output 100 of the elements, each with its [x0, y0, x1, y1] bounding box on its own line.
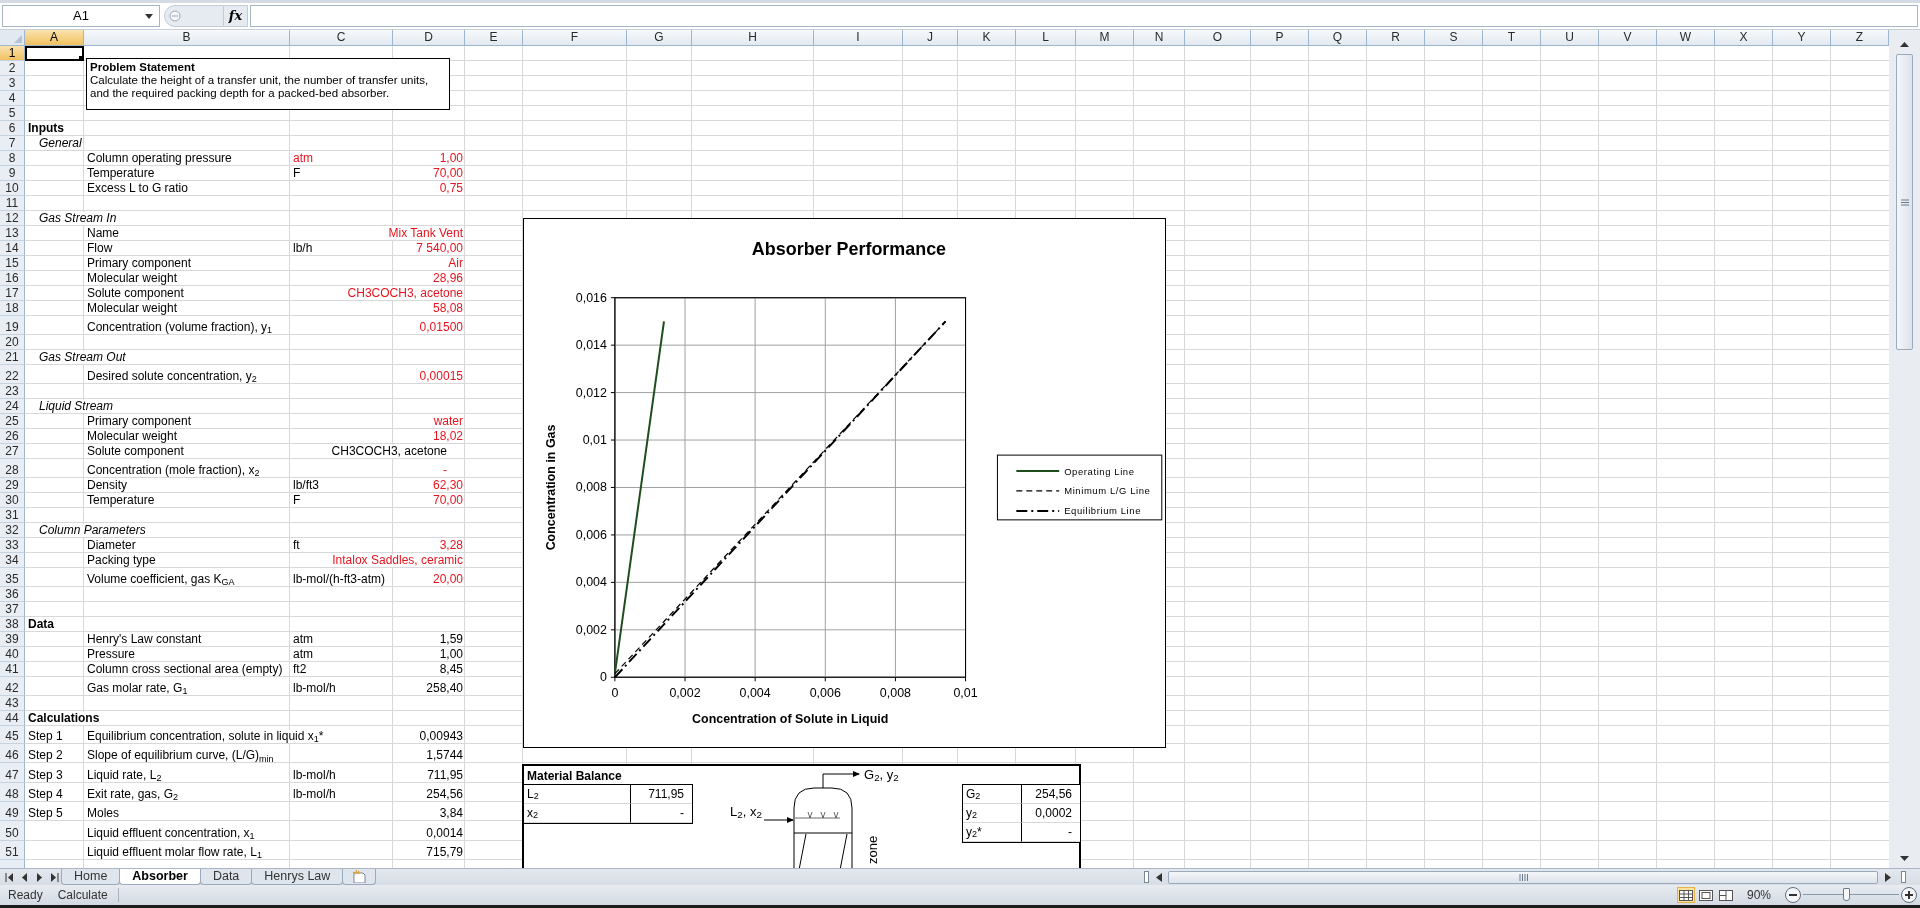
cell-text: Step 2	[28, 749, 63, 763]
cell-text: 0,00943	[419, 730, 463, 743]
cell-text: Primary component	[87, 257, 192, 270]
stream-label: L$_{2}$, x$_{2}$	[730, 804, 762, 820]
cell-text: Solute component	[87, 445, 184, 458]
cell-text: F	[293, 167, 301, 180]
cell-text: lb-mol/h	[293, 682, 336, 695]
cell-text: lb/ft3	[293, 479, 319, 492]
cell-text: Slope of equilibrium curve, (L/G)$_{min}$	[87, 749, 274, 763]
cell-text: F	[293, 494, 301, 507]
cell-text: water	[433, 415, 463, 428]
tick-label: 0,002	[669, 686, 701, 701]
cell-text: 20,00	[432, 573, 463, 586]
cell-text: 18,02	[432, 430, 463, 443]
cell-text: Air	[448, 257, 463, 270]
cell-text: ft	[293, 539, 300, 552]
cell-text: Density	[87, 479, 127, 492]
zone-label: zone	[866, 835, 880, 864]
cell-text: Data	[28, 618, 54, 631]
cell-text: Molecular weight	[87, 430, 178, 443]
cell-text: Diameter	[87, 539, 136, 552]
cell-text: Pressure	[87, 648, 136, 661]
cell-text: CH3COCH3, acetone	[331, 445, 447, 458]
cell-text: Step 1	[28, 730, 63, 743]
cell-text: 28,96	[432, 272, 463, 285]
axis-title: Concentration in Gas	[544, 424, 559, 551]
status-text: Calculate	[57, 887, 119, 903]
tick-label: 0,008	[575, 480, 607, 495]
cell-text: Column operating pressure	[87, 152, 232, 165]
cell-text: General	[39, 137, 82, 150]
cell-text: Step 5	[28, 807, 63, 821]
legend-label: Minimum L/G Line	[1064, 485, 1151, 497]
status-text: Ready	[8, 887, 43, 903]
box-text: Calculate the height of a transfer unit, the number of transfer units, and the required packing depth for a packed-bed absorber.	[90, 74, 430, 100]
chart-title: Absorber Performance	[751, 238, 947, 259]
cell-text: Liquid Stream	[39, 400, 114, 413]
cell-text: 258,40	[426, 682, 463, 695]
tick-label: 0,01	[953, 686, 978, 701]
cell-text: lb-mol/(h-ft3-atm)	[293, 573, 385, 586]
cell-text: Solute component	[87, 287, 184, 300]
tick-label: 0,004	[575, 575, 607, 590]
cell-text: 8,45	[439, 663, 463, 676]
cell-text: 1,00	[439, 152, 463, 165]
table-cell: G$_{2}$	[963, 785, 1021, 804]
tick-label: 0	[611, 686, 619, 701]
cell-text: Volume coefficient, gas K$_{GA}$	[87, 573, 235, 586]
tick-label: 0,002	[575, 622, 607, 637]
cell-text: Temperature	[87, 167, 155, 180]
cell-text: Henry's Law constant	[87, 633, 202, 646]
tick-label: 0,006	[575, 527, 607, 542]
cell-text: ft2	[293, 663, 307, 676]
cell-text: atm	[293, 648, 313, 661]
tick-label: 0,012	[575, 385, 607, 400]
tick-label: 0,016	[575, 290, 607, 305]
table-cell: 0,0002	[1021, 804, 1080, 823]
cell-text: Gas Stream Out	[39, 351, 126, 364]
cell-text: Concentration (mole fraction), x$_{2}$	[87, 464, 260, 477]
cell-text: Gas molar rate, G$_{1}$	[87, 682, 188, 695]
cell-text: 58,08	[432, 302, 463, 315]
tick-label: 0,014	[575, 338, 607, 353]
cell-text: Excess L to G ratio	[87, 182, 188, 195]
tick-label: 0,004	[739, 686, 771, 701]
table-cell: L$_{2}$	[524, 785, 630, 804]
cell-text: 0,75	[439, 182, 463, 195]
table-cell: 254,56	[1021, 785, 1080, 804]
tick-label: 0,008	[879, 686, 911, 701]
cell-text: Inputs	[28, 122, 64, 135]
table-cell: x$_{2}$	[524, 804, 630, 823]
table-cell: -	[1021, 823, 1080, 842]
cell-text: Column Parameters	[39, 524, 146, 537]
stream-label: G$_{2}$, y$_{2}$	[864, 767, 899, 783]
cell-text: atm	[293, 152, 313, 165]
cell-text: Molecular weight	[87, 272, 178, 285]
box-title: Problem Statement	[90, 61, 196, 74]
cell-text: 0,01500	[419, 321, 463, 334]
cell-text: Concentration (volume fraction), y$_{1}$	[87, 321, 273, 334]
tick-label: 0	[600, 670, 607, 685]
legend-label: Equilibrium Line	[1064, 505, 1141, 517]
cell-text: 3,28	[439, 539, 463, 552]
cell-text: Calculations	[28, 712, 100, 725]
table-cell: 711,95	[630, 785, 692, 804]
cell-text: CH3COCH3, acetone	[347, 287, 463, 300]
cell-text: Name	[87, 227, 119, 240]
cell-text: 7 540,00	[416, 242, 463, 255]
cell-text: Temperature	[87, 494, 155, 507]
cell-text: lb/h	[293, 242, 313, 255]
cell-text: Molecular weight	[87, 302, 178, 315]
table-cell: y$_{2}$*	[963, 823, 1021, 842]
cell-text: Gas Stream In	[39, 212, 117, 225]
cell-text: Packing type	[87, 554, 156, 567]
cell-text: Equilibrium concentration, solute in liquid x$_{1}$*	[87, 730, 324, 743]
table-cell: y$_{2}$	[963, 804, 1021, 823]
cell-text: Desired solute concentration, y$_{2}$	[87, 370, 257, 383]
legend-label: Operating Line	[1064, 465, 1135, 477]
cell-text: 1,59	[439, 633, 463, 646]
cell-text: Primary component	[87, 415, 192, 428]
cell-text: Intalox Saddles, ceramic	[332, 554, 463, 567]
cell-text: 70,00	[432, 494, 463, 507]
cell-text: Mix Tank Vent	[388, 227, 463, 240]
cell-text: 70,00	[432, 167, 463, 180]
